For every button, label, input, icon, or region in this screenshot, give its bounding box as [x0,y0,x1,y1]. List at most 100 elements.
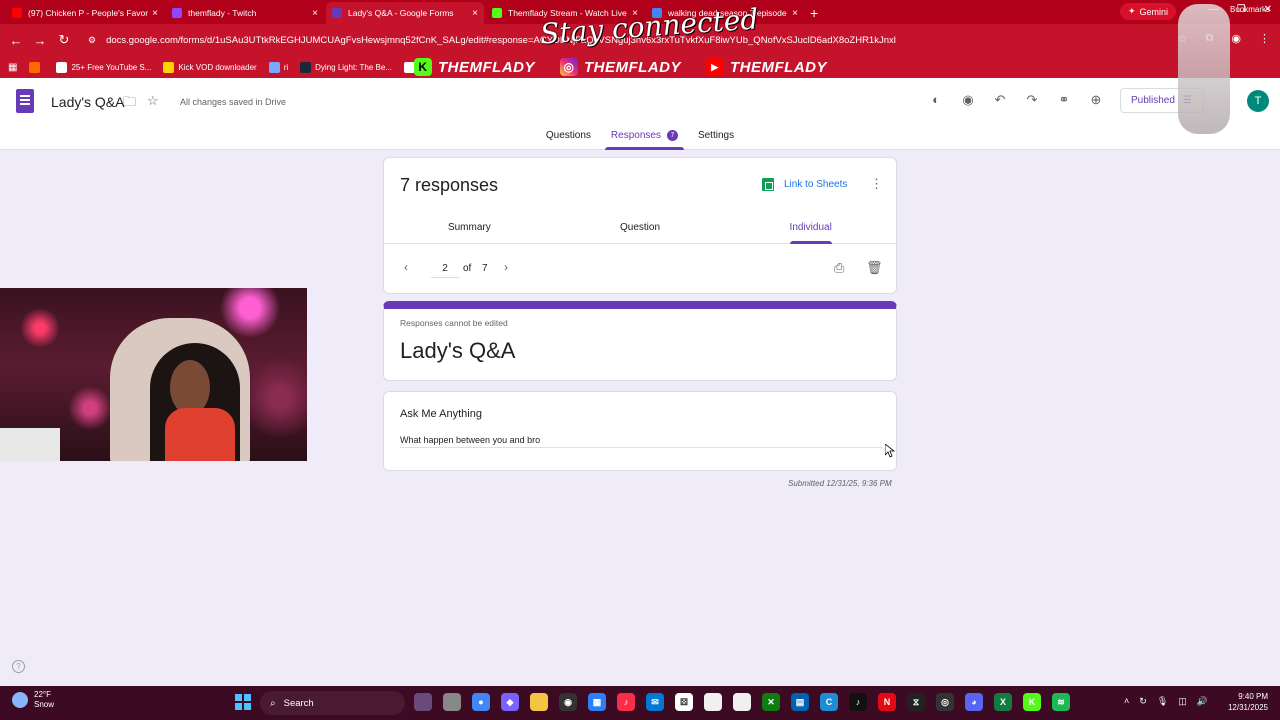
forms-tabs: Questions Responses 7 Settings [0,130,1280,150]
close-tab-icon[interactable]: × [152,8,158,19]
excel-icon[interactable]: X [994,693,1012,711]
menu-icon[interactable]: ⋮ [1259,32,1270,45]
gemini-button[interactable]: ✦ Gemini [1119,3,1176,20]
taskbar-clock[interactable]: 9:40 PM 12/31/2025 [1222,691,1268,713]
tab-title: (97) Chicken P - People's Favor [28,8,149,18]
xbox-icon[interactable]: ✕ [762,693,780,711]
network-icon[interactable]: ◫ [1178,696,1187,707]
instagram-logo-icon: ◎ [560,58,578,76]
nvidia-icon[interactable]: ◎ [936,693,954,711]
browser-tab[interactable]: Lady's Q&A - Google Forms × [326,2,484,24]
subtab-individual[interactable]: Individual [725,214,896,244]
copilot-icon[interactable]: ◆ [501,693,519,711]
previous-response-icon[interactable]: ‹ [404,260,408,274]
capcut-icon[interactable]: ⧖ [907,693,925,711]
tab-questions[interactable]: Questions [536,130,601,150]
link-to-sheets-button[interactable]: Link to Sheets [762,178,847,191]
redo-icon[interactable]: ↷ [1024,92,1040,108]
link-to-sheets-label: Link to Sheets [784,179,848,190]
close-tab-icon[interactable]: × [792,8,798,19]
music-icon[interactable]: ♪ [617,693,635,711]
account-avatar[interactable]: T [1247,90,1269,112]
weather-widget[interactable]: 22°F Snow [12,690,54,710]
gemini-icon: ✦ [1127,6,1136,16]
palette-icon[interactable]: ◐ [928,92,944,108]
delete-icon[interactable]: 🗑 [866,260,883,276]
tab-settings[interactable]: Settings [688,130,744,150]
overlay-brand-label: THEMFLADY [584,58,681,76]
new-tab-icon[interactable]: + [810,2,818,24]
close-tab-icon[interactable]: × [312,8,318,19]
browser-tab[interactable]: themflady - Twitch × [166,2,324,24]
tray-expand-icon[interactable]: ˄ [1124,696,1129,707]
calendar-icon[interactable]: ▦ [588,693,606,711]
tab-label: Settings [697,130,735,141]
overlay-brand-instagram: ◎ THEMFLADY [560,56,681,78]
dice-icon[interactable]: ⚄ [675,693,693,711]
cannot-edit-notice: Responses cannot be edited [400,318,508,328]
bookmark-label: Dying Light: The Be... [315,62,392,72]
save-status: All changes saved in Drive [180,97,287,107]
bookmark-item[interactable]: Dying Light: The Be... [300,61,392,73]
site-info-icon[interactable]: ⚙ [88,35,96,46]
link-icon[interactable]: ⚭ [1056,92,1072,108]
bookmark-item[interactable]: Kick VOD downloader [163,61,257,73]
add-collaborator-icon[interactable]: ⊕ [1088,92,1104,108]
more-options-icon[interactable]: ⋮ [870,176,883,192]
subtab-summary[interactable]: Summary [384,214,555,243]
next-response-icon[interactable]: › [504,260,508,274]
undo-icon[interactable]: ↶ [992,92,1008,108]
netflix-icon[interactable]: N [878,693,896,711]
webcam-shirt [165,408,235,461]
windows-start-icon[interactable] [235,694,251,710]
response-number-input[interactable] [431,260,459,278]
forward-icon[interactable]: → [28,33,52,48]
microphone-icon[interactable]: 🎙 [1157,696,1168,707]
volume-icon[interactable]: 🔊 [1197,696,1208,707]
bookmark-label: 25+ Free YouTube S... [71,62,152,72]
help-icon[interactable]: ? [12,660,25,673]
ccleaner-icon[interactable]: C [820,693,838,711]
store-icon[interactable]: ▤ [791,693,809,711]
response-pager: ‹ of 7 › ⎙ 🗑 [384,244,896,294]
tablet-icon[interactable] [443,693,461,711]
tab-responses[interactable]: Responses 7 [601,130,688,150]
chrome-icon[interactable]: ● [472,693,490,711]
tiktok-icon[interactable]: ♪ [849,693,867,711]
taskbar-search[interactable]: ⌕ Search [260,691,405,715]
kick-icon [492,8,502,18]
mail-icon[interactable]: ✉ [646,693,664,711]
apps-grid-icon[interactable]: ▦ [8,62,17,73]
form-title-header[interactable]: Lady's Q&A [51,94,125,110]
browser-tab[interactable]: (97) Chicken P - People's Favor × [6,2,164,24]
preview-eye-icon[interactable]: ◉ [960,92,976,108]
profile-icon[interactable]: ◉ [1231,32,1241,45]
file-icon[interactable] [704,693,722,711]
bookmark-label: Kick VOD downloader [178,62,257,72]
bookmark-item[interactable]: ri [268,61,288,73]
bookmark-item[interactable]: 25+ Free YouTube S... [56,61,152,73]
print-icon[interactable]: ⎙ [834,260,844,276]
kick-app-icon[interactable]: K [1023,693,1041,711]
discord-icon[interactable]: ◕ [965,693,983,711]
folder-icon[interactable]: 🗀 [123,93,136,115]
pager-total: 7 [482,263,488,274]
google-forms-logo[interactable] [16,89,34,113]
spotify-icon[interactable]: ≋ [1052,693,1070,711]
back-icon[interactable]: ← [4,33,28,48]
tray-sync-icon[interactable]: ↻ [1139,696,1147,707]
subtab-question[interactable]: Question [555,214,726,243]
star-icon[interactable]: ☆ [147,93,159,109]
obs-icon[interactable]: ◉ [559,693,577,711]
system-tray: ˄ ↻ 🎙 ◫ 🔊 [1124,696,1208,707]
bookmark-item[interactable] [29,61,44,73]
all-bookmarks-link[interactable]: Bookmarks [1230,5,1270,14]
reload-icon[interactable]: ↻ [52,32,76,48]
paint-icon[interactable] [414,693,432,711]
published-label: Published [1131,95,1175,106]
document-icon[interactable] [733,693,751,711]
close-tab-icon[interactable]: × [472,8,478,19]
form-toolbar: ◐ ◉ ↶ ↷ ⚭ ⊕ [928,92,1104,108]
answer-text: What happen between you and bro [400,435,882,448]
folder-icon[interactable] [530,693,548,711]
